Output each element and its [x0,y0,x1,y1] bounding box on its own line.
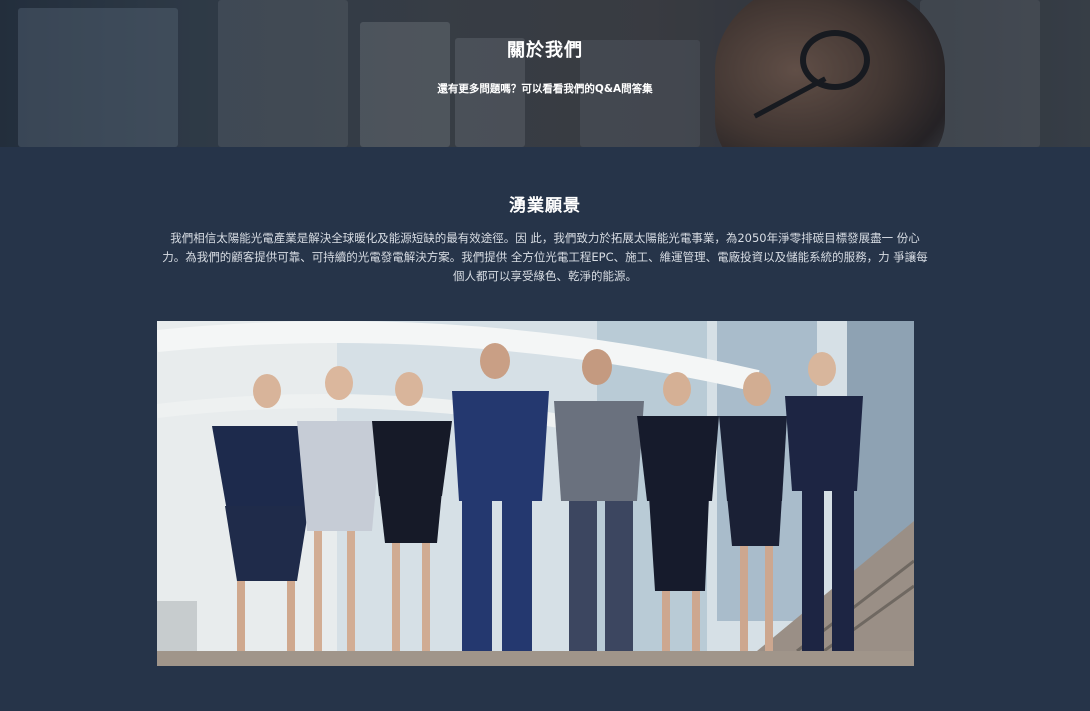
team-illustration [157,321,914,666]
team-photo [157,321,914,666]
vision-body: 我們相信太陽能光電產業是解決全球暖化及能源短缺的最有效途徑。因 此，我們致力於拓… [162,231,928,283]
faq-link-text[interactable]: 還有更多問題嗎？可以看看我們的Q&A問答集 [0,81,1090,96]
hero-overlay [0,0,1090,147]
vision-title: 湧業願景 [509,196,581,216]
hero-banner: 關於我們 還有更多問題嗎？可以看看我們的Q&A問答集 [0,0,1090,147]
page-title: 關於我們 [507,40,583,61]
